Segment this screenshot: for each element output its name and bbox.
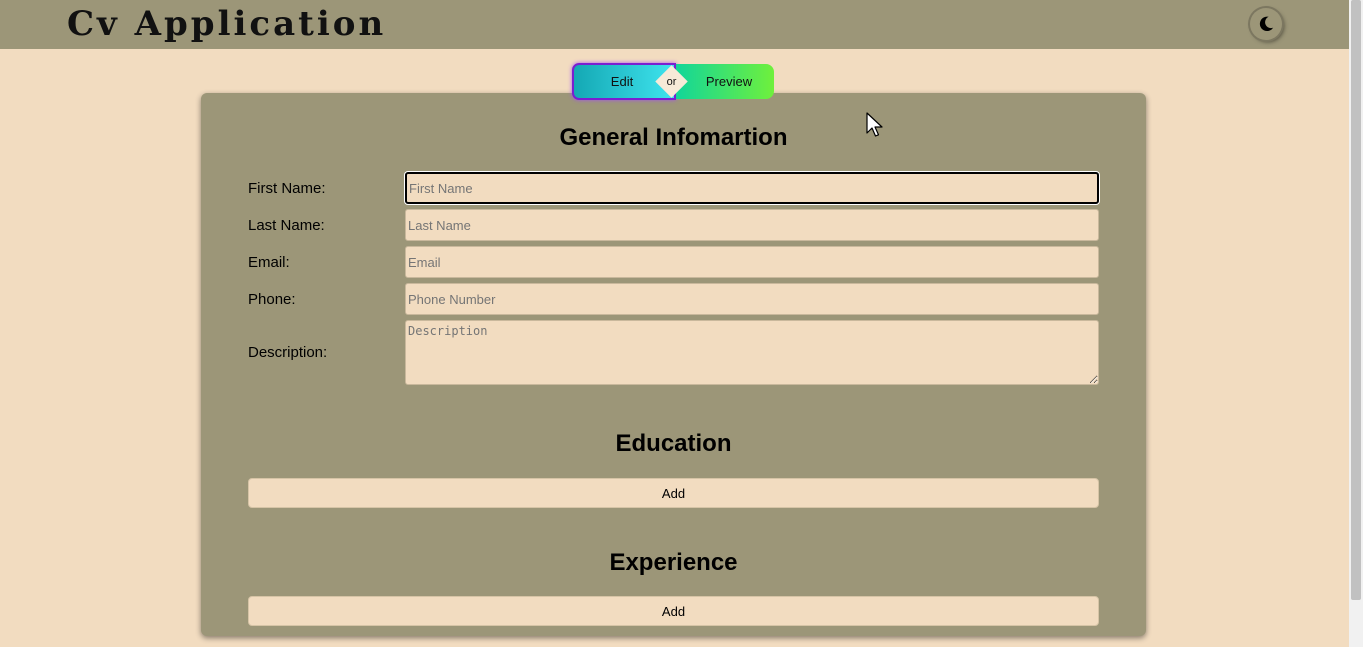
add-education-button[interactable]: Add xyxy=(248,478,1099,508)
description-label: Description: xyxy=(248,344,328,361)
description-textarea[interactable] xyxy=(405,320,1099,385)
general-info-title: General Infomartion xyxy=(559,124,788,151)
last-name-input[interactable] xyxy=(405,209,1099,241)
page-scrollbar[interactable] xyxy=(1349,0,1363,647)
app-header: Cv Application xyxy=(0,0,1349,49)
edit-preview-toggle: Edit Preview or xyxy=(572,63,774,100)
theme-toggle-button[interactable] xyxy=(1250,8,1282,40)
mouse-cursor-icon xyxy=(866,112,883,137)
email-label: Email: xyxy=(248,254,290,271)
first-name-label: First Name: xyxy=(248,180,326,197)
add-experience-button[interactable]: Add xyxy=(248,596,1099,626)
app-title: Cv Application xyxy=(67,4,387,44)
moon-icon xyxy=(1259,16,1274,32)
phone-label: Phone: xyxy=(248,291,296,308)
first-name-input[interactable] xyxy=(405,172,1099,204)
email-input[interactable] xyxy=(405,246,1099,278)
scrollbar-thumb[interactable] xyxy=(1351,0,1361,600)
phone-input[interactable] xyxy=(405,283,1099,315)
experience-title: Experience xyxy=(609,549,738,576)
cv-form-panel: General Infomartion First Name: Last Nam… xyxy=(201,93,1146,636)
preview-mode-button[interactable]: Preview xyxy=(676,64,774,99)
or-separator: or xyxy=(666,75,677,88)
education-title: Education xyxy=(615,430,732,457)
last-name-label: Last Name: xyxy=(248,217,325,234)
